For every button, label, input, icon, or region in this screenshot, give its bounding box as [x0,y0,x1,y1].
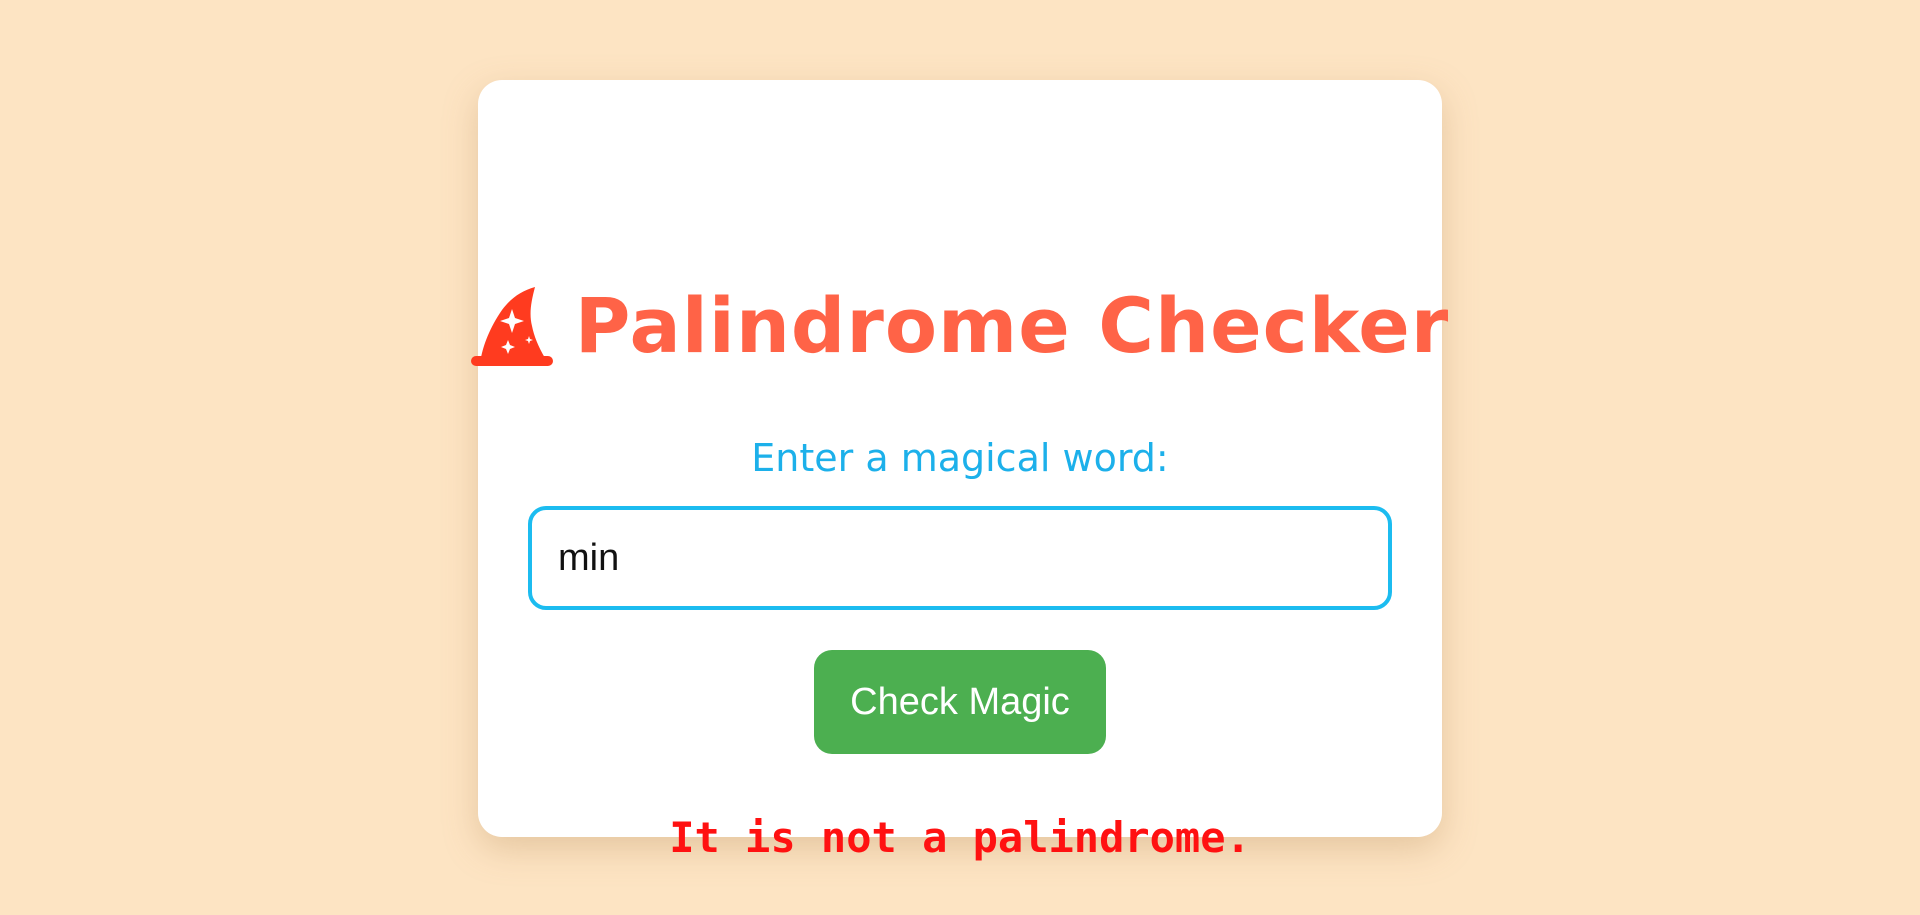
wizard-hat-icon [470,284,553,368]
page-title: Palindrome Checker [574,281,1450,370]
check-magic-button[interactable]: Check Magic [814,650,1106,754]
palindrome-card: Palindrome Checker Enter a magical word:… [470,80,1448,862]
title-row: Palindrome Checker [470,276,1448,376]
result-message: It is not a palindrome. [669,813,1251,862]
word-input-label: Enter a magical word: [751,436,1169,480]
word-input[interactable] [528,506,1392,610]
